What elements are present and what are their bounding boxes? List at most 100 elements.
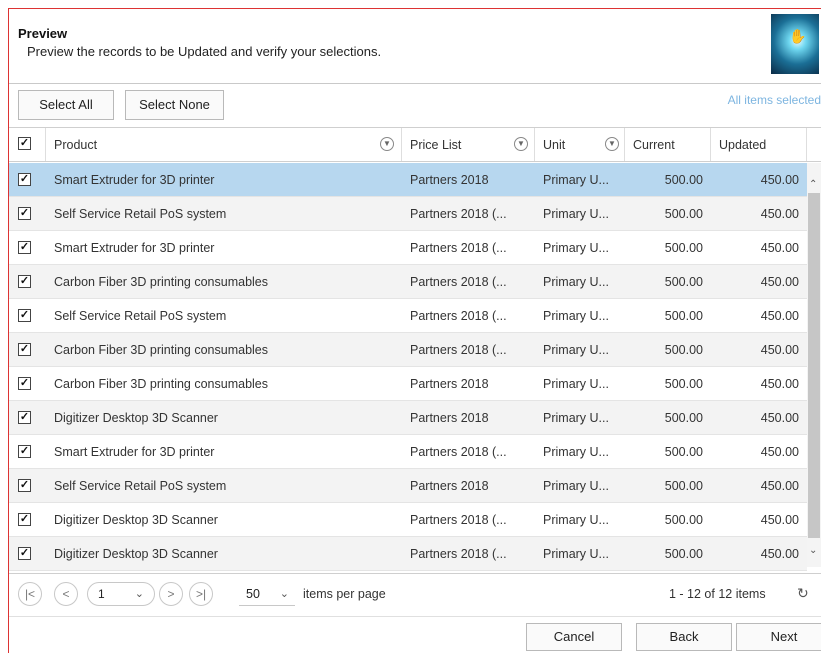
select-all-button[interactable]: Select All xyxy=(18,90,114,120)
cell-price-list: Partners 2018 (... xyxy=(410,513,507,527)
table-row[interactable]: ✓ Carbon Fiber 3D printing consumables Par… xyxy=(9,367,807,401)
cell-updated: 450.00 xyxy=(760,445,799,459)
last-page-button[interactable]: >| xyxy=(189,582,213,606)
table-row[interactable]: ✓ Digitizer Desktop 3D Scanner Partners 20… xyxy=(9,537,807,571)
cell-updated: 450.00 xyxy=(760,479,799,493)
cancel-button[interactable]: Cancel xyxy=(526,623,622,651)
hand-touch-icon: ✋ xyxy=(789,28,807,44)
cell-price-list: Partners 2018 xyxy=(410,479,489,493)
cell-unit: Primary U... xyxy=(543,479,609,493)
cell-product: Smart Extruder for 3D printer xyxy=(54,445,215,459)
filter-icon[interactable]: ▼ xyxy=(514,137,528,151)
column-header-product[interactable]: Product ▼ xyxy=(46,128,402,161)
cell-price-list: Partners 2018 (... xyxy=(410,547,507,561)
cell-unit: Primary U... xyxy=(543,547,609,561)
next-button[interactable]: Next xyxy=(736,623,821,651)
cell-current: 500.00 xyxy=(664,445,703,459)
cell-price-list: Partners 2018 xyxy=(410,173,489,187)
cell-updated: 450.00 xyxy=(760,513,799,527)
table-row[interactable]: ✓ Self Service Retail PoS system Partners … xyxy=(9,299,807,333)
items-per-page-value: 50 xyxy=(246,587,260,601)
cell-updated: 450.00 xyxy=(760,547,799,561)
cell-updated: 450.00 xyxy=(760,173,799,187)
cell-product: Self Service Retail PoS system xyxy=(54,309,227,323)
prev-page-button[interactable]: < xyxy=(54,582,78,606)
row-checkbox[interactable]: ✓ xyxy=(18,207,31,220)
wizard-footer: Cancel Back Next xyxy=(9,616,821,653)
cell-updated: 450.00 xyxy=(760,343,799,357)
select-none-button[interactable]: Select None xyxy=(125,90,224,120)
items-per-page-select[interactable]: 50 ⌄ xyxy=(239,582,295,606)
next-page-button[interactable]: > xyxy=(159,582,183,606)
cell-product: Digitizer Desktop 3D Scanner xyxy=(54,513,218,527)
page-select[interactable]: 1 ⌄ xyxy=(87,582,155,606)
cell-product: Carbon Fiber 3D printing consumables xyxy=(54,275,268,289)
row-checkbox[interactable]: ✓ xyxy=(18,377,31,390)
cell-current: 500.00 xyxy=(664,309,703,323)
cell-price-list: Partners 2018 (... xyxy=(410,275,507,289)
cell-price-list: Partners 2018 xyxy=(410,411,489,425)
table-row[interactable]: ✓ Smart Extruder for 3D printer Partners 2… xyxy=(9,435,807,469)
row-checkbox[interactable]: ✓ xyxy=(18,445,31,458)
table-row[interactable]: ✓ Digitizer Desktop 3D Scanner Partners 20… xyxy=(9,401,807,435)
cell-unit: Primary U... xyxy=(543,343,609,357)
row-checkbox[interactable]: ✓ xyxy=(18,479,31,492)
vertical-scrollbar[interactable]: ⌃ ⌄ xyxy=(807,163,821,567)
chevron-up-icon[interactable]: ⌃ xyxy=(809,179,817,190)
page-select-value: 1 xyxy=(98,587,105,601)
table-row[interactable]: ✓ Self Service Retail PoS system Partners … xyxy=(9,197,807,231)
column-label-product: Product xyxy=(54,138,98,152)
select-all-checkbox[interactable]: ✓ xyxy=(18,137,31,150)
table-row[interactable]: ✓ Digitizer Desktop 3D Scanner Partners 20… xyxy=(9,503,807,537)
refresh-icon[interactable]: ↻ xyxy=(797,585,809,602)
column-label-updated: Updated xyxy=(719,138,767,152)
column-label-current: Current xyxy=(633,138,675,152)
filter-icon[interactable]: ▼ xyxy=(380,137,394,151)
cell-current: 500.00 xyxy=(664,207,703,221)
table-row[interactable]: ✓ Carbon Fiber 3D printing consumables Par… xyxy=(9,333,807,367)
cell-product: Digitizer Desktop 3D Scanner xyxy=(54,411,218,425)
row-checkbox[interactable]: ✓ xyxy=(18,173,31,186)
column-header-updated[interactable]: Updated xyxy=(711,128,807,161)
column-label-unit: Unit xyxy=(543,138,566,152)
cell-current: 500.00 xyxy=(664,377,703,391)
cell-price-list: Partners 2018 (... xyxy=(410,309,507,323)
cell-product: Carbon Fiber 3D printing consumables xyxy=(54,377,268,391)
row-checkbox[interactable]: ✓ xyxy=(18,513,31,526)
cell-product: Self Service Retail PoS system xyxy=(54,479,227,493)
row-checkbox[interactable]: ✓ xyxy=(18,241,31,254)
table-row[interactable]: ✓ Self Service Retail PoS system Partners … xyxy=(9,469,807,503)
chevron-down-icon[interactable]: ⌄ xyxy=(809,545,817,556)
records-grid: ✓ Product ▼ Price List ▼ Unit ▼ Current … xyxy=(9,127,821,573)
item-count: 1 - 12 of 12 items xyxy=(669,587,766,601)
back-button[interactable]: Back xyxy=(636,623,732,651)
scrollbar-thumb[interactable] xyxy=(808,193,820,538)
cell-current: 500.00 xyxy=(664,479,703,493)
cell-current: 500.00 xyxy=(664,275,703,289)
first-page-button[interactable]: |< xyxy=(18,582,42,606)
row-checkbox[interactable]: ✓ xyxy=(18,275,31,288)
cell-unit: Primary U... xyxy=(543,275,609,289)
table-row[interactable]: ✓ Smart Extruder for 3D printer Partners 2… xyxy=(9,163,807,197)
row-checkbox[interactable]: ✓ xyxy=(18,411,31,424)
page-subtitle: Preview the records to be Updated and ve… xyxy=(27,44,382,59)
table-row[interactable]: ✓ Smart Extruder for 3D printer Partners 2… xyxy=(9,231,807,265)
cell-updated: 450.00 xyxy=(760,377,799,391)
column-header-price-list[interactable]: Price List ▼ xyxy=(402,128,535,161)
row-checkbox[interactable]: ✓ xyxy=(18,547,31,560)
column-header-current[interactable]: Current xyxy=(625,128,711,161)
cell-product: Self Service Retail PoS system xyxy=(54,207,227,221)
header-logo-image: ✋ xyxy=(771,14,819,74)
chevron-down-icon: ⌄ xyxy=(134,588,144,600)
filter-icon[interactable]: ▼ xyxy=(605,137,619,151)
cell-unit: Primary U... xyxy=(543,207,609,221)
row-checkbox[interactable]: ✓ xyxy=(18,309,31,322)
row-checkbox[interactable]: ✓ xyxy=(18,343,31,356)
cell-unit: Primary U... xyxy=(543,445,609,459)
cell-unit: Primary U... xyxy=(543,309,609,323)
table-row[interactable]: ✓ Carbon Fiber 3D printing consumables Par… xyxy=(9,265,807,299)
column-header-unit[interactable]: Unit ▼ xyxy=(535,128,625,161)
cell-price-list: Partners 2018 (... xyxy=(410,343,507,357)
cell-current: 500.00 xyxy=(664,173,703,187)
pager-bar: |< < 1 ⌄ > >| 50 ⌄ items per page 1 - 12… xyxy=(9,573,821,615)
